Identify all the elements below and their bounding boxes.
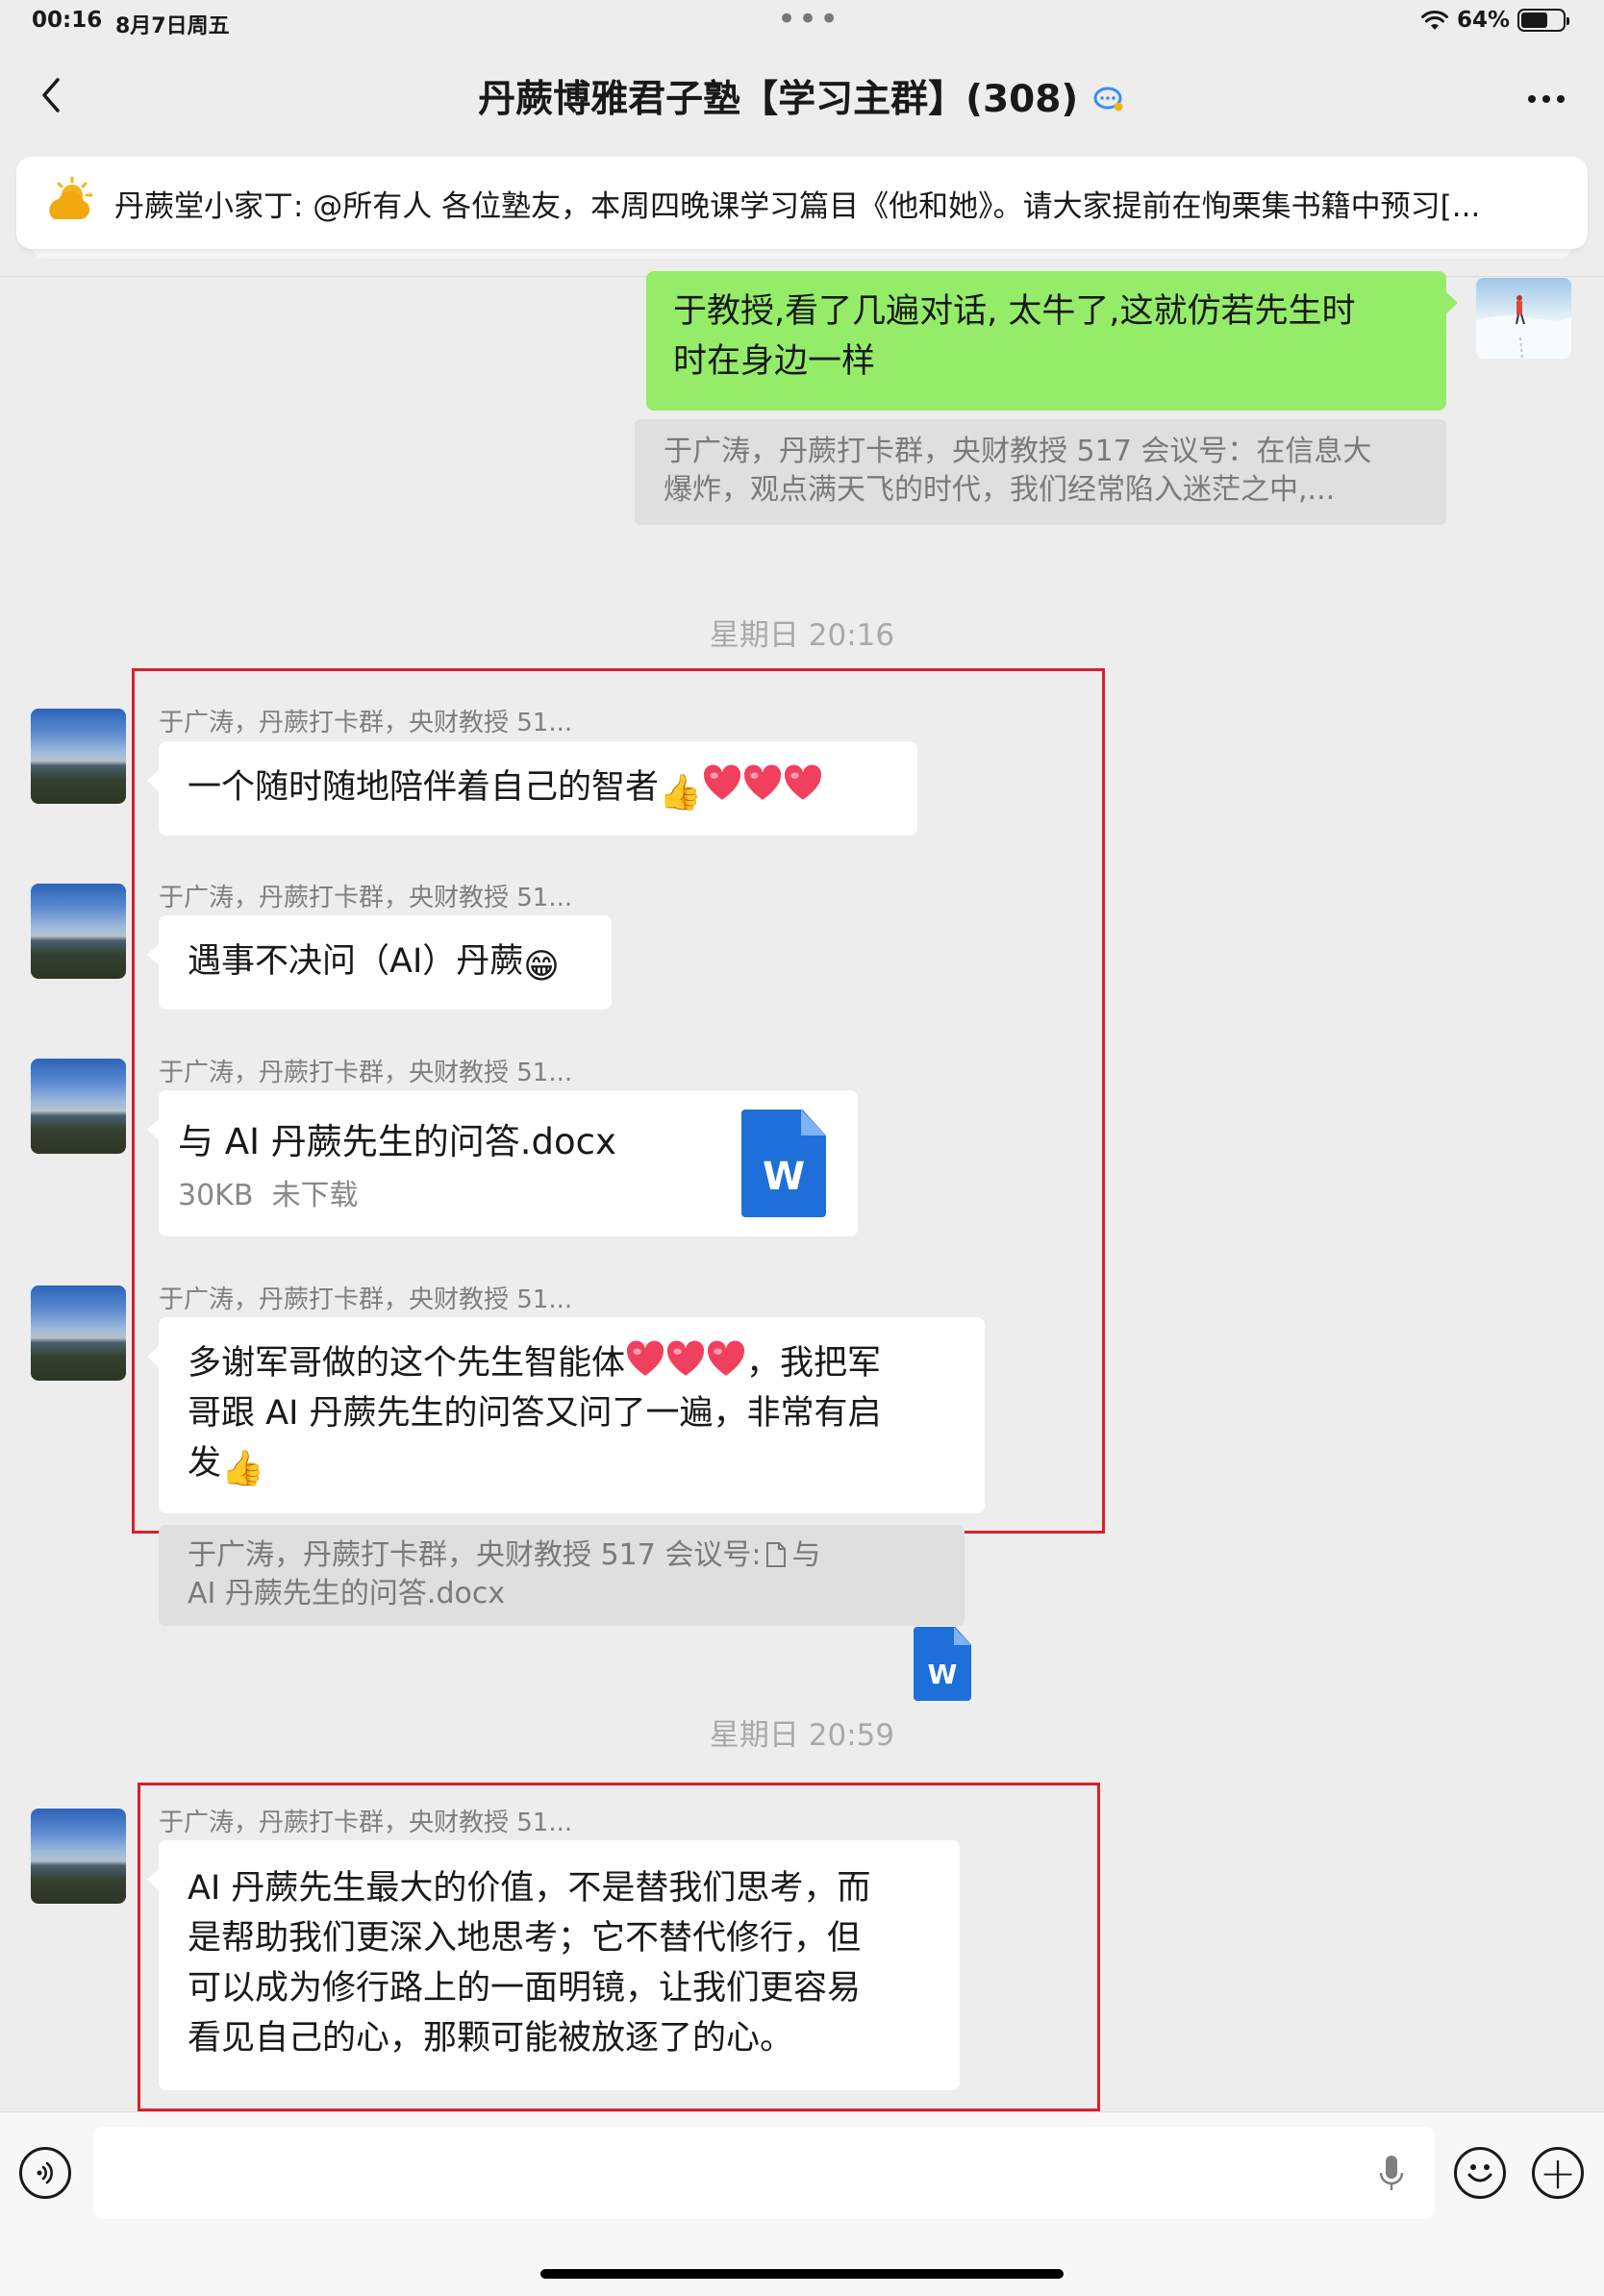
sender-name: 于广涛，丹蕨打卡群，央财教授 51... (159, 1809, 573, 1837)
multitask-dots-icon[interactable]: ••• (777, 0, 840, 38)
message-line: 发👍 (188, 1438, 956, 1494)
thumbs-up-icon: 👍 (221, 1449, 264, 1488)
announcement-sun-icon (38, 174, 105, 232)
quote-line: 于广涛，丹蕨打卡群，央财教授 517 会议号: 与 (188, 1538, 821, 1572)
wifi-icon (1420, 10, 1448, 30)
status-right: 64% (1420, 8, 1569, 33)
avatar[interactable] (31, 1059, 126, 1154)
battery-percent: 64% (1456, 8, 1510, 33)
file-name: 与 AI 丹蕨先生的问答.docx (178, 1121, 616, 1162)
message-bubble[interactable]: 遇事不决问（AI）丹蕨😁 (147, 915, 612, 1010)
announcement-banner[interactable]: 丹蕨堂小家丁: @所有人 各位塾友，本周四晚课学习篇目《他和她》。请大家提前在恂… (16, 157, 1588, 259)
message-line: 多谢军哥做的这个先生智能体 ，我把军 (188, 1338, 956, 1388)
sender-name: 于广涛，丹蕨打卡群，央财教授 51... (159, 1285, 573, 1314)
plus-icon[interactable]: + (1532, 2147, 1584, 2199)
sender-name: 于广涛，丹蕨打卡群，央财教授 51... (159, 884, 573, 912)
time-separator: 星期日 20:59 (709, 1718, 895, 1753)
grinning-face-icon: 😁 (523, 947, 560, 986)
message-line: 看见自己的心，那颗可能被放逐了的心。 (188, 2019, 794, 2058)
emoji-icon[interactable] (1454, 2147, 1506, 2199)
avatar[interactable] (31, 1285, 126, 1381)
self-avatar[interactable] (1476, 278, 1571, 359)
message-line: 哥跟 AI 丹蕨先生的问答又问了一遍，非常有启 (188, 1394, 882, 1433)
quote-line: 于广涛，丹蕨打卡群，央财教授 517 会议号：在信息大 (664, 435, 1372, 468)
heart-icon (707, 1340, 745, 1376)
file-message[interactable]: 与 AI 丹蕨先生的问答.docx 30KB 未下载 W (147, 1090, 858, 1236)
status-date: 8月7日周五 (115, 14, 230, 38)
quote-line: AI 丹蕨先生的问答.docx (188, 1577, 506, 1610)
message-line: 是帮助我们更深入地思考；它不替代修行，但 (188, 1919, 862, 1958)
voice-icon[interactable] (19, 2147, 71, 2199)
avatar[interactable] (31, 709, 126, 804)
battery-icon (1517, 9, 1569, 32)
bubble-badge-icon (1093, 87, 1123, 112)
message-bubble[interactable]: AI 丹蕨先生最大的价值，不是替我们思考，而 是帮助我们更深入地思考；它不替代修… (147, 1840, 960, 2090)
quote-line: 爆炸，观点满天飞的时代，我们经常陷入迷茫之中,... (664, 473, 1336, 507)
message-text: 一个随时随地陪伴着自己的智者 (188, 768, 660, 807)
quoted-reply[interactable]: 于广涛，丹蕨打卡群，央财教授 517 会议号: 与 AI 丹蕨先生的问答.docx… (159, 1525, 971, 1701)
message-bubble[interactable]: 多谢军哥做的这个先生智能体 ，我把军 哥跟 AI 丹蕨先生的问答又问了一遍，非常有… (147, 1317, 985, 1513)
document-icon (766, 1542, 787, 1567)
heart-icon (626, 1340, 664, 1376)
home-indicator[interactable] (540, 2269, 1064, 2279)
avatar[interactable] (31, 884, 126, 979)
announcement-text: 丹蕨堂小家丁: @所有人 各位塾友，本周四晚课学习篇目《他和她》。请大家提前在恂… (114, 188, 1481, 224)
self-message-line: 于教授,看了几遍对话, 太牛了,这就仿若先生时 (673, 292, 1356, 331)
chat-title-text: 丹蕨博雅君子塾【学习主群】(308) (478, 78, 1079, 121)
time-separator: 星期日 20:16 (709, 618, 895, 653)
message-bubble[interactable]: 一个随时随地陪伴着自己的智者👍 (147, 741, 917, 836)
message-line: AI 丹蕨先生最大的价值，不是替我们思考，而 (188, 1869, 871, 1908)
microphone-icon[interactable] (1377, 2154, 1406, 2196)
sender-name: 于广涛，丹蕨打卡群，央财教授 51... (159, 709, 573, 737)
chat-title: 丹蕨博雅君子塾【学习主群】(308) (0, 69, 1604, 123)
heart-icon (703, 764, 740, 800)
self-message-bubble[interactable]: 于教授,看了几遍对话, 太牛了,这就仿若先生时 时在身边一样 (646, 271, 1458, 411)
message-input[interactable] (93, 2127, 1435, 2219)
status-time: 00:16 (32, 8, 103, 33)
message-line: 可以成为修行路上的一面明镜，让我们更容易 (188, 1969, 862, 2008)
quoted-reply[interactable]: 于广涛，丹蕨打卡群，央财教授 517 会议号：在信息大 爆炸，观点满天飞的时代，… (635, 419, 1446, 525)
word-file-icon: W (741, 1110, 826, 1217)
avatar[interactable] (31, 1809, 126, 1904)
thumbs-up-icon: 👍 (659, 773, 702, 812)
self-message-line: 时在身边一样 (673, 342, 876, 381)
sender-name: 于广涛，丹蕨打卡群，央财教授 51... (159, 1059, 573, 1087)
heart-icon (743, 764, 781, 800)
message-text: 遇事不决问（AI）丹蕨 (188, 942, 524, 981)
more-dots-icon[interactable] (1527, 77, 1566, 106)
word-file-icon: W (914, 1627, 971, 1701)
file-meta: 30KB 未下载 (178, 1179, 359, 1212)
heart-icon (666, 1340, 705, 1376)
heart-icon (784, 764, 821, 800)
